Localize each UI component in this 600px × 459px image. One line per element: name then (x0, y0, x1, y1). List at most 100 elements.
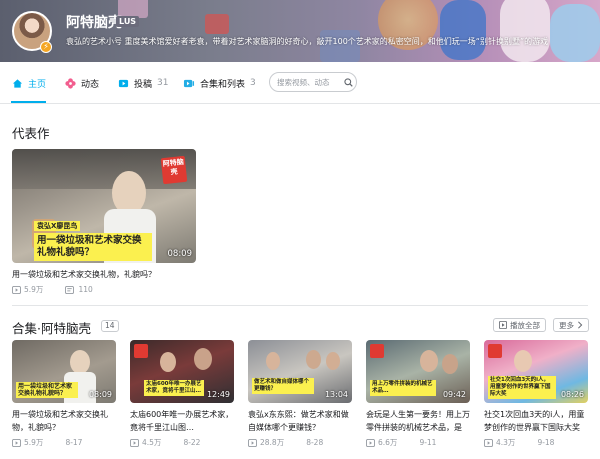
publish-date: 8-17 (65, 438, 83, 447)
video-cover[interactable]: 用一袋垃圾和艺术家交换礼物礼貌吗？ 08:09 (12, 340, 116, 403)
tab-uploads[interactable]: 投稿 31 (118, 74, 168, 92)
collection-icon (183, 79, 195, 87)
cover-person (326, 352, 340, 370)
danmaku-icon (65, 285, 75, 294)
play-count-icon (12, 285, 21, 294)
view-count: 5.9万 (24, 438, 44, 447)
publish-date: 9-11 (419, 438, 437, 447)
cover-person (160, 352, 176, 372)
tab-label: 主页 (28, 79, 47, 90)
tab-collections[interactable]: 合集和列表 3 (183, 74, 256, 92)
more-label: 更多 (559, 320, 574, 330)
search-input[interactable] (277, 76, 341, 88)
video-duration: 12:49 (206, 390, 230, 399)
video-duration: 09:42 (442, 390, 466, 399)
play-all-label: 播放全部 (510, 320, 540, 330)
video-title[interactable]: 用一袋垃圾和艺术家交换礼物，礼貌吗？ (12, 408, 118, 434)
cover-caption: 用一袋垃圾和艺术家交换礼物礼貌吗？ (16, 382, 78, 398)
cover-person (420, 350, 438, 372)
video-cover[interactable]: 用上万零件拼装的机械艺术品… 09:42 (366, 340, 470, 403)
cover-stamp (370, 344, 384, 358)
banner-decoration (500, 0, 550, 62)
play-count-icon (248, 438, 257, 447)
video-duration: 08:09 (167, 249, 193, 259)
featured-video-cover[interactable]: 阿特脑壳 袁弘X廖昆鸟 用一袋垃圾和艺术家交换礼物礼貌吗？ 08:09 (12, 149, 196, 263)
section-divider (12, 305, 588, 306)
upload-icon (118, 79, 129, 87)
video-stats: 4.5万 8-22 (130, 437, 203, 448)
video-stats: 5.9万 8-17 (12, 437, 85, 448)
cover-caption: 用一袋垃圾和艺术家交换礼物礼貌吗？ (34, 233, 152, 261)
video-cover[interactable]: 做艺术和做自媒体哪个更赚钱？ 13:04 (248, 340, 352, 403)
tab-label: 动态 (81, 79, 100, 90)
video-stats: 4.3万 9-18 (484, 437, 557, 448)
profile-bio: 袁弘的艺术小号 重度美术馆爱好者老袁，带着对艺术家脑洞的好奇心，敲开100个艺术… (66, 37, 549, 46)
tab-label: 合集和列表 (200, 79, 246, 90)
cover-stamp: 阿特脑壳 (160, 155, 188, 185)
publish-date: 8-28 (306, 438, 324, 447)
flower-icon (65, 77, 76, 89)
tab-home[interactable]: 主页 (12, 74, 46, 92)
video-title[interactable]: 社交1次回血3天的i人，用童梦创作的世界赢下国际大奖 (484, 408, 588, 434)
featured-video-stats: 5.9万 110 (12, 284, 96, 295)
cover-person (266, 352, 280, 370)
banner-decoration (205, 14, 229, 34)
video-stats: 28.8万 8-28 (248, 437, 326, 448)
play-count-icon (366, 438, 375, 447)
cover-stamp (134, 344, 148, 358)
cover-caption: 太庙600年唯一办展艺术家，竟将千里江山… (144, 380, 204, 396)
verified-badge-icon: ⚡ (40, 41, 52, 53)
space-search[interactable] (269, 72, 357, 92)
featured-section-title: 代表作 (12, 126, 50, 141)
view-count: 28.8万 (260, 438, 285, 447)
video-duration: 08:09 (88, 390, 112, 399)
cover-person (442, 354, 458, 374)
video-cover[interactable]: 太庙600年唯一办展艺术家，竟将千里江山… 12:49 (130, 340, 234, 403)
cover-person (70, 350, 90, 374)
view-count: 4.5万 (142, 438, 162, 447)
tab-dynamic[interactable]: 动态 (65, 74, 99, 92)
play-count-icon (130, 438, 139, 447)
video-cover[interactable]: 社交1次回血3天的i人，用童梦创作的世界赢下国际大奖 08:26 (484, 340, 588, 403)
cover-caption: 用上万零件拼装的机械艺术品… (370, 380, 436, 396)
active-tab-indicator (11, 101, 46, 103)
video-title[interactable]: 太庙600年唯一办展艺术家，竟将千里江山图… (130, 408, 236, 434)
play-all-button[interactable]: 播放全部 (493, 318, 546, 332)
featured-video-title[interactable]: 用一袋垃圾和艺术家交换礼物，礼貌吗？ (12, 268, 198, 281)
cover-person (194, 348, 212, 370)
space-page: ⚡ 阿特脑壳 LUS 袁弘的艺术小号 重度美术馆爱好者老袁，带着对艺术家脑洞的好… (0, 0, 600, 459)
video-title[interactable]: 会玩是人生第一要务！用上万零件拼装的机械艺术品，是他… (366, 408, 472, 434)
more-button[interactable]: 更多 (553, 318, 589, 332)
banner-decoration (440, 0, 486, 60)
profile-name[interactable]: 阿特脑壳 (66, 12, 122, 32)
publish-date: 8-22 (183, 438, 201, 447)
view-count: 4.3万 (496, 438, 516, 447)
play-count-icon (484, 438, 493, 447)
tab-label: 投稿 (134, 79, 153, 90)
tab-count: 3 (250, 78, 256, 88)
cover-tag: 袁弘X廖昆鸟 (34, 221, 81, 231)
danmaku-count: 110 (78, 285, 93, 294)
collection-title[interactable]: 合集·阿特脑壳 (12, 318, 91, 337)
video-stats: 6.6万 9-11 (366, 437, 439, 448)
tab-count: 31 (157, 78, 169, 88)
play-count-icon (12, 438, 21, 447)
publish-date: 9-18 (537, 438, 555, 447)
chevron-right-icon (578, 321, 583, 329)
view-count: 6.6万 (378, 438, 398, 447)
search-icon[interactable] (344, 78, 353, 87)
play-all-icon (499, 321, 507, 329)
view-count: 5.9万 (24, 285, 44, 294)
collection-count-badge: 14 (101, 320, 119, 332)
cover-caption: 做艺术和做自媒体哪个更赚钱？ (252, 378, 314, 394)
video-duration: 13:04 (324, 390, 348, 399)
cover-person (306, 350, 321, 369)
home-icon (12, 78, 23, 88)
level-badge: LUS (116, 16, 140, 27)
cover-stamp (488, 344, 502, 358)
cover-caption: 社交1次回血3天的i人，用童梦创作的世界赢下国际大奖 (488, 376, 556, 399)
video-title[interactable]: 袁弘x东东熙：做艺术家和做自媒体哪个更赚钱？ (248, 408, 354, 434)
banner-decoration (550, 4, 600, 62)
video-duration: 08:26 (560, 390, 584, 399)
profile-banner: ⚡ 阿特脑壳 LUS 袁弘的艺术小号 重度美术馆爱好者老袁，带着对艺术家脑洞的好… (0, 0, 600, 62)
